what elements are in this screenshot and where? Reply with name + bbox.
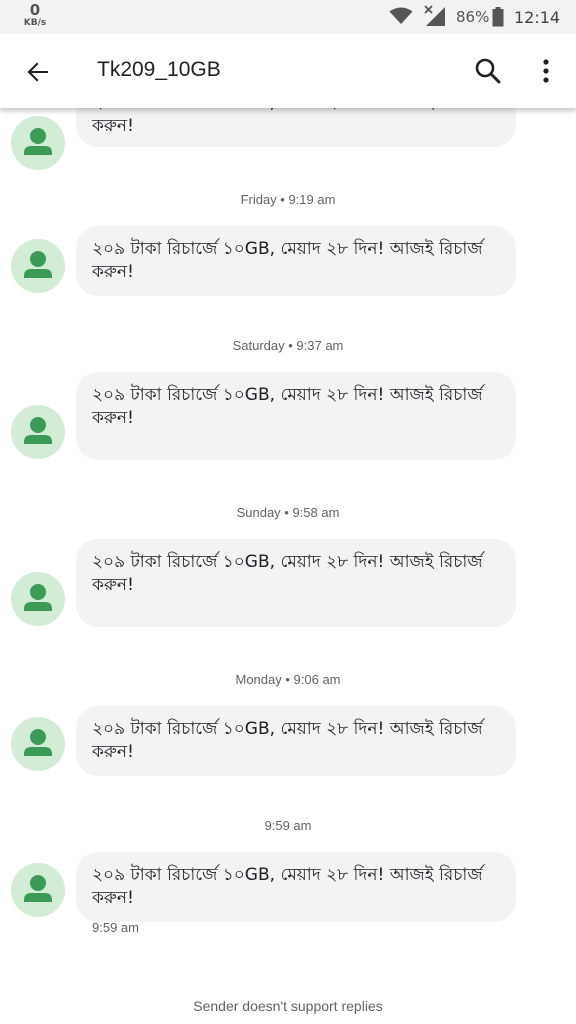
conversation-list[interactable]: ২০৯ টাকা রিচার্জে ১০GB, মেয়াদ ২৮ দিন! আ… bbox=[0, 0, 576, 1024]
sender-avatar[interactable] bbox=[11, 405, 65, 459]
person-icon bbox=[24, 584, 52, 611]
message-timestamp: Saturday • 9:37 am bbox=[232, 338, 344, 353]
battery-icon bbox=[492, 7, 504, 27]
wifi-icon bbox=[389, 7, 413, 24]
message-bubble[interactable]: ২০৯ টাকা রিচার্জে ১০GB, মেয়াদ ২৮ দিন! আ… bbox=[76, 852, 516, 922]
person-icon bbox=[24, 417, 52, 444]
clock: 12:14 bbox=[514, 8, 561, 27]
message-bubble[interactable]: ২০৯ টাকা রিচার্জে ১০GB, মেয়াদ ২৮ দিন! আ… bbox=[76, 706, 516, 776]
message-bubble[interactable]: ২০৯ টাকা রিচার্জে ১০GB, মেয়াদ ২৮ দিন! আ… bbox=[76, 226, 516, 296]
sender-avatar[interactable] bbox=[11, 863, 65, 917]
sender-avatar[interactable] bbox=[11, 239, 65, 293]
back-button[interactable] bbox=[22, 56, 54, 88]
more-vert-icon bbox=[543, 59, 549, 83]
more-options-button[interactable] bbox=[532, 55, 560, 87]
network-speed-unit: KB/s bbox=[23, 18, 47, 28]
signal-icon bbox=[424, 5, 445, 26]
message-text: ২০৯ টাকা রিচার্জে ১০GB, মেয়াদ ২৮ দিন! আ… bbox=[92, 552, 483, 595]
search-button[interactable] bbox=[472, 55, 504, 87]
replies-not-supported-note: Sender doesn't support replies bbox=[193, 998, 383, 1014]
status-bar: 0 KB/s 86% 12:14 bbox=[0, 0, 576, 34]
message-bubble[interactable]: ২০৯ টাকা রিচার্জে ১০GB, মেয়াদ ২৮ দিন! আ… bbox=[76, 372, 516, 460]
network-speed-value: 0 bbox=[29, 1, 41, 19]
network-speed: 0 KB/s bbox=[22, 3, 48, 28]
app-bar: Tk209_10GB bbox=[0, 34, 576, 108]
battery-percent: 86% bbox=[456, 8, 490, 26]
person-icon bbox=[24, 729, 52, 756]
sender-avatar[interactable] bbox=[11, 572, 65, 626]
conversation-title: Tk209_10GB bbox=[97, 58, 221, 81]
message-bubble[interactable]: ২০৯ টাকা রিচার্জে ১০GB, মেয়াদ ২৮ দিন! আ… bbox=[76, 539, 516, 627]
message-text: ২০৯ টাকা রিচার্জে ১০GB, মেয়াদ ২৮ দিন! আ… bbox=[92, 865, 483, 908]
person-icon bbox=[24, 875, 52, 902]
message-timestamp: 9:59 am bbox=[264, 818, 312, 833]
message-text: ২০৯ টাকা রিচার্জে ১০GB, মেয়াদ ২৮ দিন! আ… bbox=[92, 239, 483, 282]
person-icon bbox=[24, 128, 52, 155]
sender-avatar[interactable] bbox=[11, 717, 65, 771]
message-timestamp: Monday • 9:06 am bbox=[235, 672, 341, 687]
message-sent-time: 9:59 am bbox=[92, 920, 139, 935]
search-icon bbox=[475, 58, 501, 84]
message-timestamp: Sunday • 9:58 am bbox=[236, 505, 340, 520]
message-timestamp: Friday • 9:19 am bbox=[240, 192, 336, 207]
message-text: ২০৯ টাকা রিচার্জে ১০GB, মেয়াদ ২৮ দিন! আ… bbox=[92, 719, 483, 762]
message-text-last-line: করুন! bbox=[92, 116, 134, 136]
message-text: ২০৯ টাকা রিচার্জে ১০GB, মেয়াদ ২৮ দিন! আ… bbox=[92, 385, 483, 428]
sender-avatar[interactable] bbox=[11, 116, 65, 170]
person-icon bbox=[24, 251, 52, 278]
back-arrow-icon bbox=[27, 62, 48, 82]
